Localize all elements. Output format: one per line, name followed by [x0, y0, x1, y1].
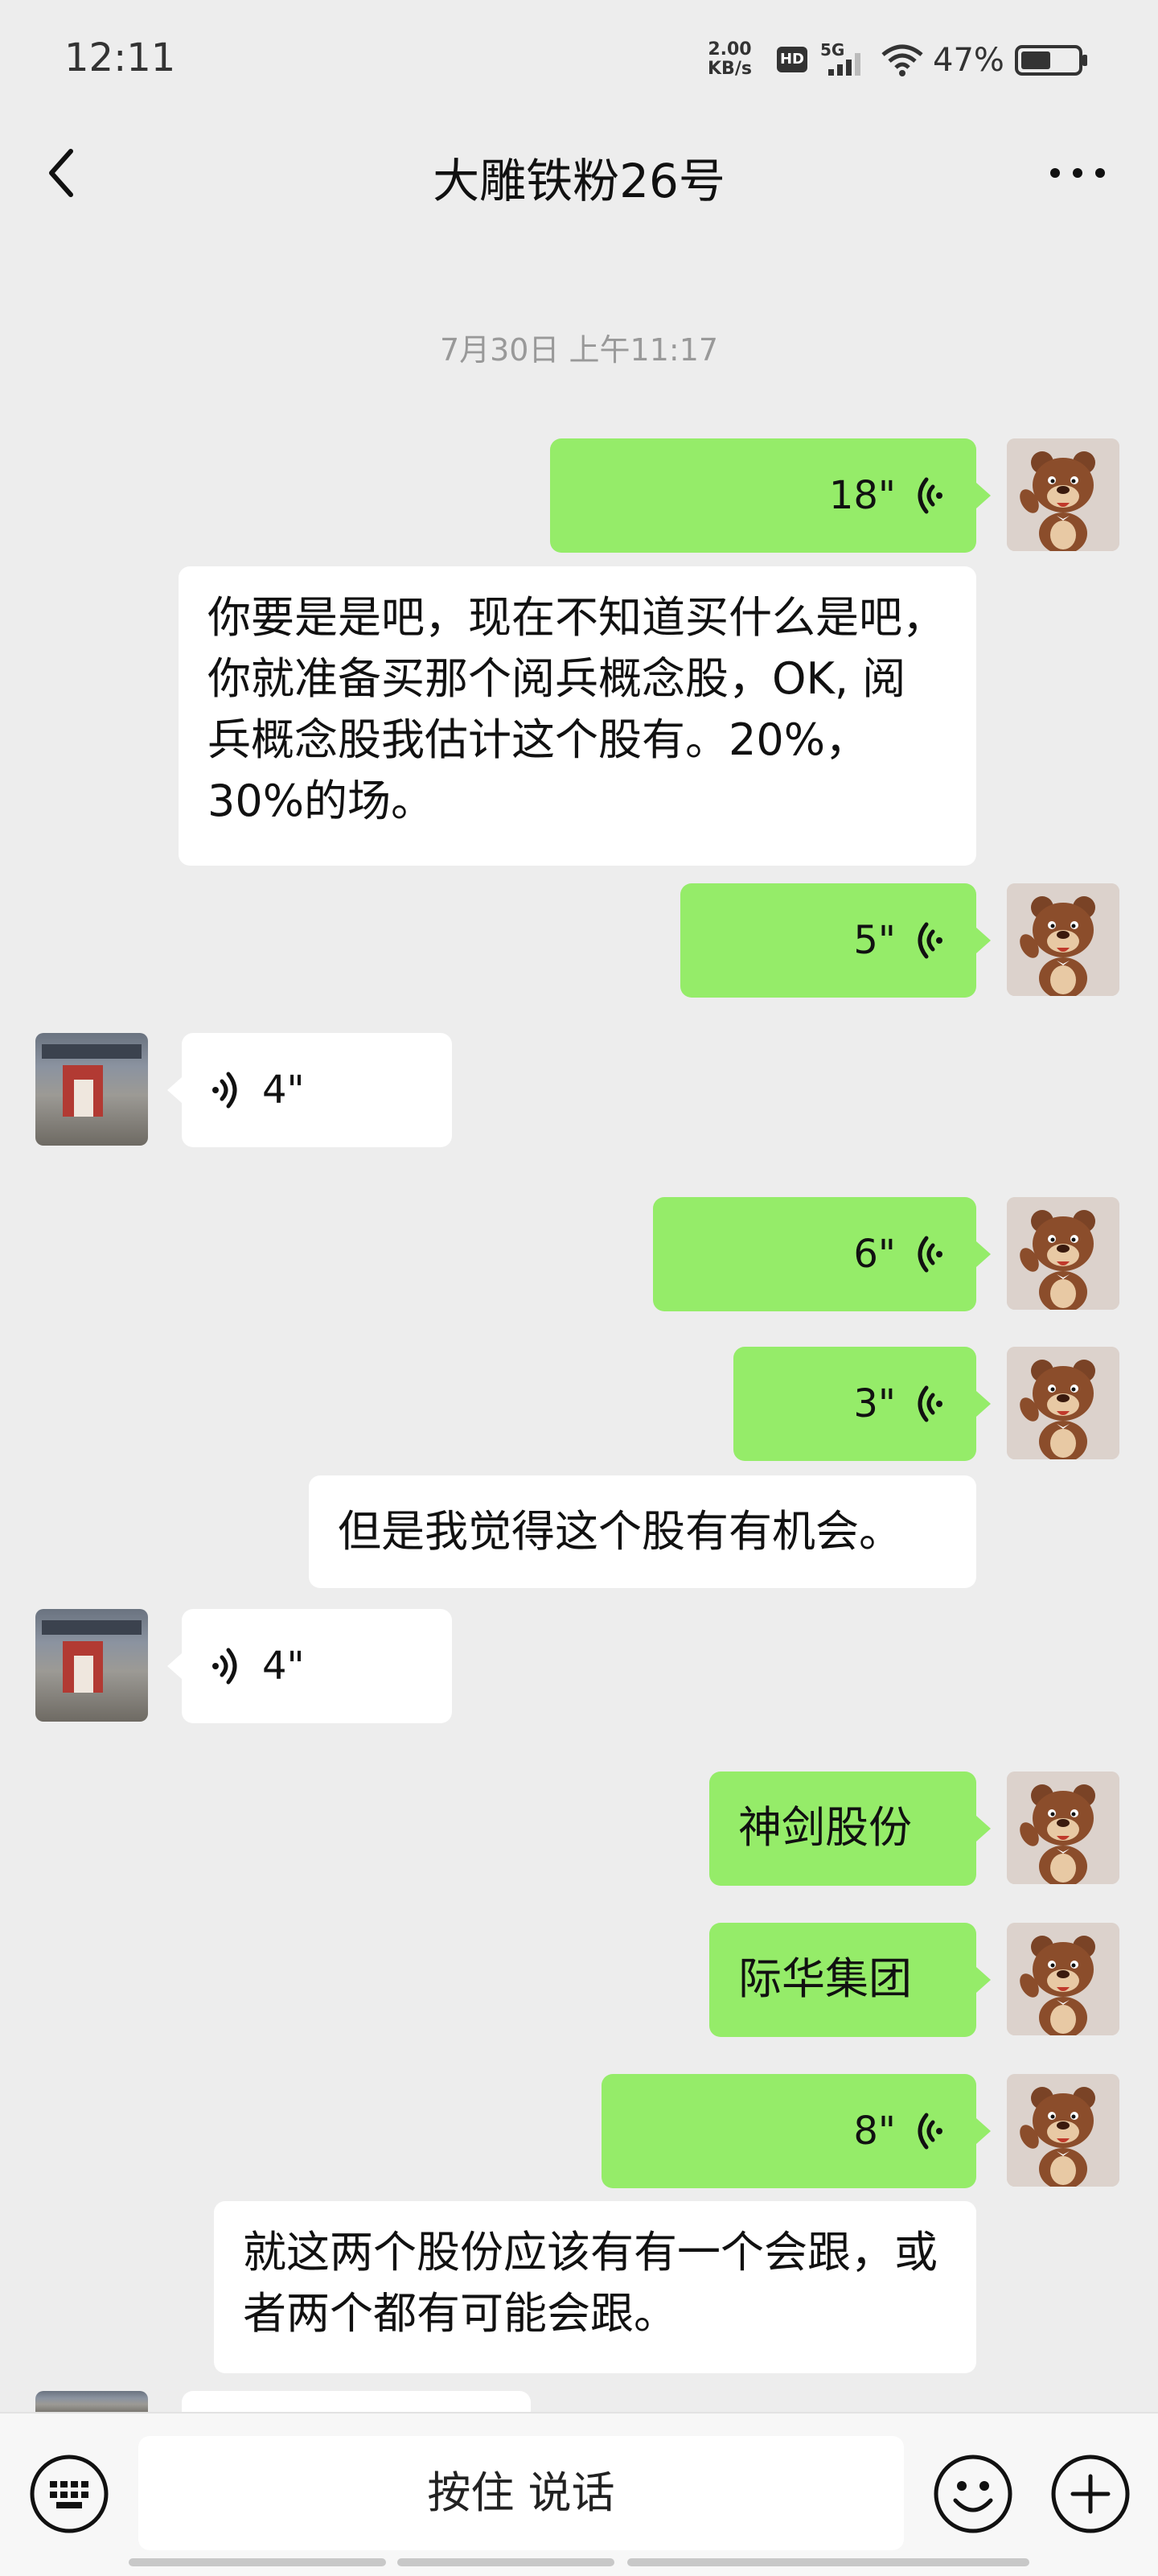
transcription-text: 就这两个股份应该有有一个会跟，或者两个都有可能会跟。: [243, 2227, 938, 2339]
bear-avatar-icon: [1007, 883, 1119, 996]
message-timestamp: 7月30日 上午11:17: [439, 332, 719, 368]
text-message-bubble[interactable]: 神剑股份: [709, 1772, 976, 1886]
voice-message-bubble[interactable]: 4": [182, 1033, 452, 1147]
bubble-tail: [976, 1967, 991, 1993]
transcription-text: 但是我觉得这个股有有机会。: [338, 1506, 902, 1557]
bear-avatar-icon: [1007, 1772, 1119, 1884]
battery-icon: [1015, 45, 1087, 76]
keyboard-toggle-button[interactable]: [27, 2452, 111, 2536]
network-speed-unit: KB/s: [708, 59, 752, 79]
voice-message-bubble[interactable]: 8": [602, 2074, 976, 2188]
voice-wave-icon: [918, 922, 942, 959]
voice-duration: 6": [853, 1232, 896, 1277]
bubble-tail: [976, 2118, 991, 2144]
voice-duration: 3": [853, 1381, 896, 1426]
hd-badge: HD: [777, 47, 807, 72]
voice-wave-icon: [918, 2113, 942, 2150]
message-text: 神剑股份: [738, 1802, 912, 1853]
voice-wave-icon: [212, 1648, 237, 1685]
wifi-icon: [881, 44, 923, 76]
my-avatar[interactable]: [1007, 1923, 1119, 2035]
nav-indicator: [397, 2558, 614, 2566]
voice-transcription[interactable]: 你要是是吧，现在不知道买什么是吧，你就准备买那个阅兵概念股，OK, 阅兵概念股我…: [179, 566, 976, 866]
contact-avatar[interactable]: [35, 1033, 148, 1146]
voice-message-bubble[interactable]: 5": [680, 883, 976, 998]
bubble-tail: [167, 1077, 182, 1103]
voice-duration: 4": [262, 1068, 305, 1113]
hold-to-talk-button[interactable]: 按住 说话: [138, 2436, 904, 2550]
bubble-tail: [976, 1816, 991, 1841]
voice-wave-icon: [918, 1236, 942, 1273]
text-message-bubble[interactable]: 际华集团: [709, 1923, 976, 2037]
bear-avatar-icon: [1007, 1923, 1119, 2035]
voice-duration: 8": [853, 2109, 896, 2154]
voice-duration: 4": [262, 1644, 305, 1689]
my-avatar[interactable]: [1007, 1197, 1119, 1310]
chat-title: 大雕铁粉26号: [433, 154, 725, 208]
voice-message-bubble[interactable]: 4": [182, 1609, 452, 1723]
my-avatar[interactable]: [1007, 1347, 1119, 1459]
bear-avatar-icon: [1007, 438, 1119, 551]
voice-message-bubble[interactable]: 18": [550, 438, 976, 553]
bear-avatar-icon: [1007, 1197, 1119, 1310]
bubble-tail: [976, 1241, 991, 1267]
my-avatar[interactable]: [1007, 2074, 1119, 2187]
transcription-text: 你要是是吧，现在不知道买什么是吧，你就准备买那个阅兵概念股，OK, 阅兵概念股我…: [207, 592, 946, 826]
more-options-button[interactable]: [1045, 153, 1110, 193]
contact-avatar[interactable]: [35, 1609, 148, 1722]
voice-message-bubble[interactable]: 3": [733, 1347, 976, 1461]
bear-avatar-icon: [1007, 1347, 1119, 1459]
network-speed: 2.00 KB/s: [708, 40, 752, 79]
voice-wave-icon: [212, 1072, 237, 1109]
voice-transcription[interactable]: 就这两个股份应该有有一个会跟，或者两个都有可能会跟。: [214, 2201, 976, 2373]
more-functions-button[interactable]: [1049, 2452, 1132, 2536]
bubble-tail: [167, 1653, 182, 1679]
my-avatar[interactable]: [1007, 1772, 1119, 1884]
battery-percent: 47%: [933, 42, 1004, 79]
nav-indicator: [129, 2558, 386, 2566]
network-speed-value: 2.00: [708, 39, 752, 60]
voice-duration: 18": [828, 473, 896, 518]
status-time: 12:11: [64, 35, 176, 80]
bubble-tail: [976, 1391, 991, 1417]
voice-wave-icon: [918, 1385, 942, 1422]
emoji-button[interactable]: [931, 2452, 1015, 2536]
voice-transcription[interactable]: 但是我觉得这个股有有机会。: [309, 1475, 976, 1588]
bubble-tail: [976, 928, 991, 953]
nav-indicator: [627, 2558, 1029, 2566]
bear-avatar-icon: [1007, 2074, 1119, 2187]
signal-icon: 5G: [820, 40, 868, 77]
voice-message-bubble[interactable]: 6": [653, 1197, 976, 1311]
voice-wave-icon: [918, 477, 942, 514]
voice-duration: 5": [853, 918, 896, 963]
my-avatar[interactable]: [1007, 883, 1119, 996]
message-text: 际华集团: [738, 1953, 912, 2004]
bubble-tail: [976, 483, 991, 508]
my-avatar[interactable]: [1007, 438, 1119, 551]
